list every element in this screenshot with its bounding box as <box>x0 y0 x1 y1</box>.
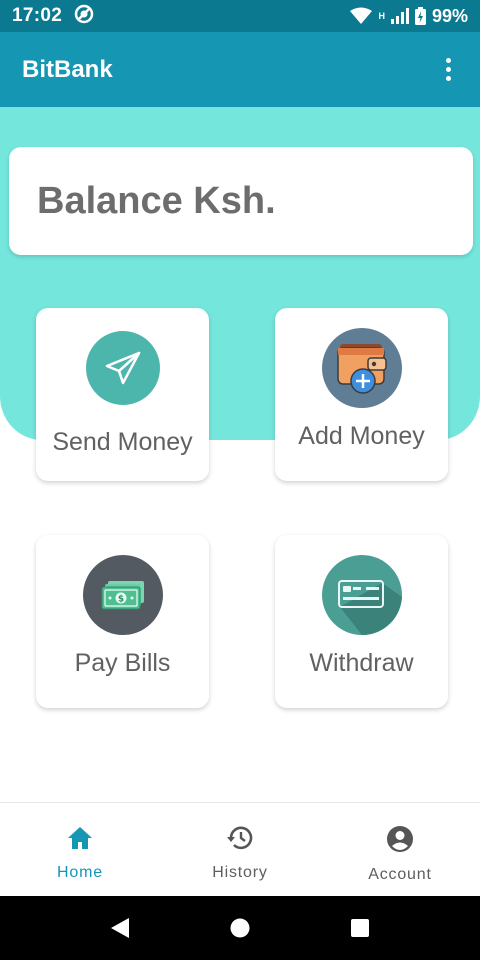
account-circle-icon <box>386 825 414 858</box>
back-icon[interactable] <box>60 896 180 960</box>
sync-icon <box>74 4 94 29</box>
wifi-icon <box>350 7 373 25</box>
send-icon <box>85 331 160 405</box>
battery-level: 99% <box>431 5 468 26</box>
svg-text:$: $ <box>117 595 123 605</box>
status-bar: 17:02 H 99% <box>0 0 480 32</box>
battery-icon <box>414 7 426 25</box>
more-vert-icon[interactable] <box>436 50 460 90</box>
recents-icon[interactable] <box>300 896 420 960</box>
wallet-add-icon <box>321 328 402 408</box>
nav-history[interactable]: History <box>160 803 320 896</box>
withdraw-label: Withdraw <box>309 649 414 677</box>
balance-label: Balance Ksh. <box>37 179 276 222</box>
signal-icon <box>390 8 409 24</box>
status-time: 17:02 <box>12 5 63 26</box>
card-icon <box>321 555 402 635</box>
nav-account[interactable]: Account <box>320 803 480 896</box>
home-icon <box>66 825 94 856</box>
system-navigation-bar <box>0 896 480 960</box>
withdraw-button[interactable]: Withdraw <box>275 535 448 708</box>
network-type: H <box>378 11 385 21</box>
app-bar: BitBank <box>0 32 480 107</box>
cash-icon: $ <box>82 555 163 635</box>
pay-bills-button[interactable]: $ Pay Bills <box>36 535 209 708</box>
nav-account-label: Account <box>368 866 432 883</box>
nav-history-label: History <box>212 864 268 881</box>
balance-card: Balance Ksh. <box>9 147 473 255</box>
send-money-button[interactable]: Send Money <box>36 308 209 481</box>
home-button-icon[interactable] <box>180 896 300 960</box>
add-money-label: Add Money <box>298 422 425 450</box>
nav-home[interactable]: Home <box>0 803 160 896</box>
app-title: BitBank <box>22 55 113 83</box>
send-money-label: Send Money <box>52 428 193 456</box>
nav-home-label: Home <box>57 864 103 881</box>
add-money-button[interactable]: Add Money <box>275 308 448 481</box>
history-icon <box>225 825 255 856</box>
pay-bills-label: Pay Bills <box>74 649 171 677</box>
bottom-navigation: Home History Account <box>0 802 480 896</box>
